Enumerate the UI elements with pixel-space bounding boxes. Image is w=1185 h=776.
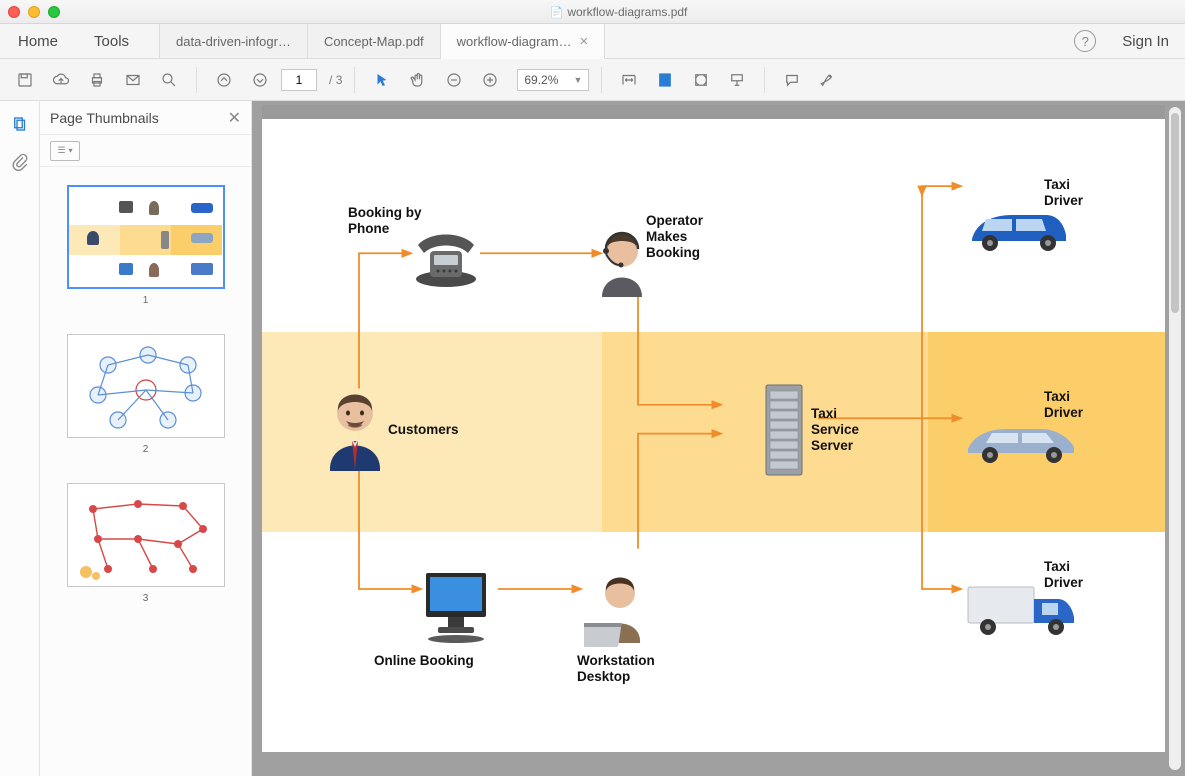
- tab-workflow-diagrams[interactable]: workflow-diagram… ×: [441, 24, 606, 59]
- vertical-scrollbar[interactable]: [1169, 107, 1181, 770]
- workstation-person-icon: [584, 563, 656, 654]
- attachments-rail-icon[interactable]: [7, 149, 33, 175]
- fit-width-icon[interactable]: [614, 65, 644, 95]
- tab-concept-map[interactable]: Concept-Map.pdf: [308, 24, 441, 58]
- zoom-out-icon[interactable]: [439, 65, 469, 95]
- search-icon[interactable]: [154, 65, 184, 95]
- read-mode-icon[interactable]: [722, 65, 752, 95]
- page-total: / 3: [329, 73, 342, 87]
- page-down-icon[interactable]: [245, 65, 275, 95]
- page-canvas: Booking by Phone Operator Makes Booking …: [262, 119, 1165, 752]
- sidebar-icon-rail: [0, 101, 40, 776]
- email-icon[interactable]: [118, 65, 148, 95]
- close-panel-icon[interactable]: ✕: [228, 108, 241, 128]
- customer-person-icon: [320, 377, 390, 478]
- pointer-tool-icon[interactable]: [367, 65, 397, 95]
- thumbnail-page-2[interactable]: 2: [67, 334, 225, 455]
- menubar: Home Tools data-driven-infogr… Concept-M…: [0, 24, 1185, 59]
- help-icon[interactable]: ?: [1074, 30, 1096, 52]
- window-titlebar: workflow-diagrams.pdf: [0, 0, 1185, 24]
- thumbnail-page-3[interactable]: 3: [67, 483, 225, 604]
- label-online-booking: Online Booking: [374, 653, 474, 669]
- scrollbar-thumb[interactable]: [1171, 113, 1179, 313]
- tab-label: workflow-diagram…: [457, 34, 572, 49]
- zoom-select[interactable]: 69.2% ▼: [517, 69, 589, 91]
- truck-icon: [962, 581, 1080, 644]
- page-number-input[interactable]: [281, 69, 317, 91]
- print-icon[interactable]: [82, 65, 112, 95]
- tab-label: Concept-Map.pdf: [324, 34, 424, 49]
- close-window-icon[interactable]: [8, 6, 20, 18]
- thumbnail-number: 3: [67, 593, 225, 604]
- menu-home[interactable]: Home: [0, 24, 76, 58]
- tab-label: data-driven-infogr…: [176, 34, 291, 49]
- document-viewport[interactable]: Booking by Phone Operator Makes Booking …: [252, 101, 1185, 776]
- menu-tools[interactable]: Tools: [76, 24, 147, 58]
- tab-data-driven[interactable]: data-driven-infogr…: [159, 24, 308, 58]
- zoom-in-icon[interactable]: [475, 65, 505, 95]
- fit-page-icon[interactable]: [650, 65, 680, 95]
- thumbnail-panel: Page Thumbnails ✕ ☰ 1: [40, 101, 252, 776]
- label-workstation: Workstation Desktop: [577, 653, 655, 685]
- label-operator: Operator Makes Booking: [646, 213, 703, 261]
- thumbnail-panel-title: Page Thumbnails: [50, 110, 159, 126]
- window-title: workflow-diagrams.pdf: [60, 5, 1177, 19]
- fullscreen-icon[interactable]: [686, 65, 716, 95]
- hand-tool-icon[interactable]: [403, 65, 433, 95]
- minimize-window-icon[interactable]: [28, 6, 40, 18]
- thumbnail-options-button[interactable]: ☰: [50, 141, 80, 161]
- thumbnail-page-1[interactable]: 1: [67, 185, 225, 306]
- tabstrip: data-driven-infogr… Concept-Map.pdf work…: [159, 24, 1064, 58]
- maximize-window-icon[interactable]: [48, 6, 60, 18]
- sedan-icon: [962, 417, 1080, 472]
- thumbnails-rail-icon[interactable]: [7, 111, 33, 137]
- toolbar: / 3 69.2% ▼: [0, 59, 1185, 101]
- label-customers: Customers: [388, 422, 459, 438]
- telephone-icon: [408, 225, 486, 294]
- zoom-value: 69.2%: [524, 73, 558, 87]
- thumbnail-number: 1: [67, 295, 225, 306]
- car-blue-icon: [962, 205, 1072, 260]
- thumbnail-number: 2: [67, 444, 225, 455]
- chevron-down-icon: ▼: [573, 75, 582, 85]
- close-tab-icon[interactable]: ×: [580, 33, 589, 50]
- label-server: Taxi Service Server: [811, 406, 859, 454]
- comment-icon[interactable]: [777, 65, 807, 95]
- traffic-lights: [8, 6, 60, 18]
- sign-icon[interactable]: [813, 65, 843, 95]
- operator-person-icon: [592, 219, 652, 304]
- cloud-upload-icon[interactable]: [46, 65, 76, 95]
- sign-in-button[interactable]: Sign In: [1106, 24, 1185, 58]
- server-icon: [760, 381, 808, 486]
- monitor-icon: [416, 567, 496, 650]
- save-icon[interactable]: [10, 65, 40, 95]
- page-up-icon[interactable]: [209, 65, 239, 95]
